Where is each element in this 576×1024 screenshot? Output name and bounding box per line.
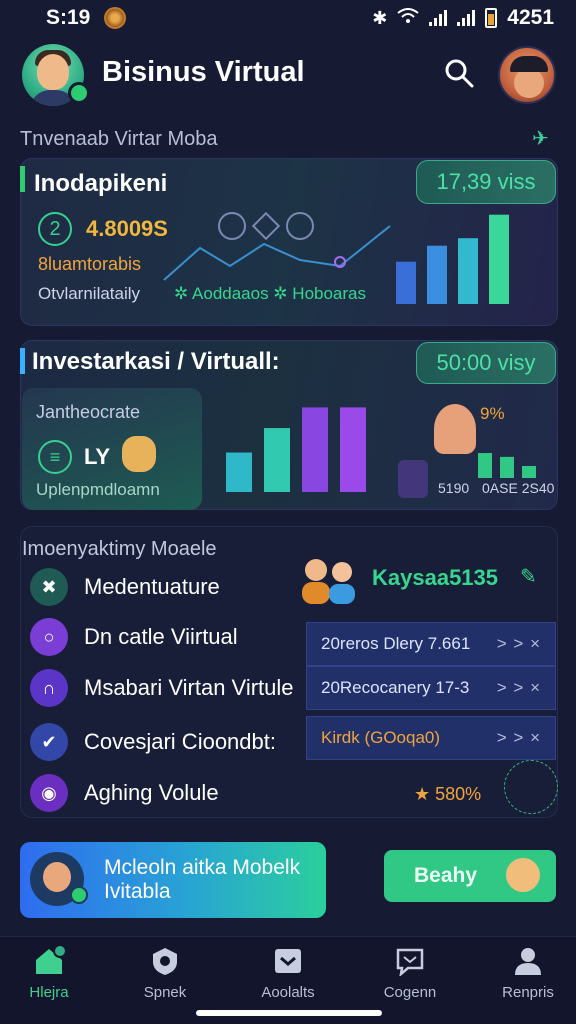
menu-item-label: Medentuature [84, 574, 220, 599]
row-text: Kirdk (GOoqa0) [321, 728, 441, 747]
card-code: LY [84, 444, 111, 469]
card2-bar-chart [226, 407, 366, 492]
app-title: Bisinus Virtual [102, 56, 305, 88]
chart-bar [264, 428, 290, 492]
hands-icon [122, 436, 156, 472]
card-accent-mark [20, 348, 25, 374]
chart-bar [458, 238, 478, 304]
people-icon [302, 559, 355, 604]
section-heading: Tnvenaab Virtar Moba [20, 128, 218, 150]
profile-avatar[interactable] [498, 46, 556, 104]
trend-line [163, 225, 391, 281]
status-icons: ✱ 4251 [372, 6, 554, 30]
chart-bar [489, 214, 509, 304]
online-badge-icon [68, 82, 90, 104]
check-icon: ≡ [38, 440, 72, 474]
person-icon [515, 948, 541, 975]
chat-icon [396, 948, 424, 976]
wifi-icon [397, 7, 419, 29]
list-row[interactable]: Kirdk (GOoqa0) > > × [306, 716, 556, 760]
chart-bar [302, 407, 328, 492]
nav-label: Cogenn [383, 984, 437, 1001]
badge-icon [70, 886, 88, 904]
nav-item-reports[interactable]: Renpris [473, 946, 576, 1001]
person-icon [398, 460, 428, 498]
pin-icon[interactable]: ✈ [532, 126, 549, 151]
card-pill[interactable]: 17,39 viss [416, 160, 556, 204]
menu-item[interactable]: ✖ Medentuature [30, 565, 300, 609]
card-subtitle: 8luamtorabis [38, 254, 142, 274]
card-percent: 9% [480, 404, 505, 423]
chevron-icon[interactable]: > > × [497, 678, 541, 698]
battery-icon [485, 8, 498, 28]
globe-icon [504, 760, 558, 814]
nav-item-chat[interactable]: Cogenn [355, 946, 465, 1001]
chart-bar [478, 453, 492, 478]
avatar-icon [506, 858, 540, 892]
chevron-icon[interactable]: > > × [497, 634, 541, 654]
search-icon[interactable] [444, 58, 474, 88]
chart-bar [340, 407, 366, 492]
card2-mini-chart [478, 453, 536, 478]
menu-item[interactable]: ✔ Covesjari Cioondbt: [30, 720, 300, 764]
inner-card-footer: Uplenpmdloamn [36, 480, 160, 499]
menu-item[interactable]: ◉ Aghing Volule [30, 771, 300, 815]
bluetooth-icon: ✱ [372, 7, 388, 28]
chevron-icon[interactable]: > > × [497, 728, 541, 748]
home-icon [36, 946, 65, 974]
tray-icon [275, 949, 301, 973]
menu-item-label: Dn catle Viirtual [84, 624, 238, 649]
section-heading: Imoenyaktimy Moaele [22, 538, 217, 560]
menu-item[interactable]: ∩ Msabari Virtan Virtule [30, 666, 300, 710]
ring-icon: ◉ [30, 774, 68, 812]
menu-item[interactable]: ○ Dn catle Viirtual [30, 615, 300, 659]
menu-item-label: Msabari Virtan Virtule [84, 675, 294, 700]
signal-icon [429, 10, 448, 26]
nav-item-accounts[interactable]: Aoolalts [233, 946, 343, 1001]
card-amount: 4.8009S [86, 216, 168, 241]
nav-item-security[interactable]: Spnek [110, 946, 220, 1001]
card-value: 5190 [438, 480, 470, 496]
edit-icon[interactable]: ✎ [520, 564, 537, 589]
row-text: 20Recocanery 17-3 [321, 678, 470, 697]
chart-bar [427, 245, 447, 304]
nav-label: Renpris [502, 984, 554, 1001]
chart-bar [500, 456, 514, 478]
kpi-value: Kaysaa5135 [372, 565, 499, 590]
list-row[interactable]: 20Recocanery 17-3 > > × [306, 666, 556, 710]
rating: ★ 580% [414, 784, 482, 804]
status-time: S:19 [46, 6, 91, 29]
shield-check-icon: ✔ [30, 723, 68, 761]
coin-icon [104, 7, 126, 29]
card-pill[interactable]: 50:00 visy [416, 342, 556, 384]
card-footer-left: Otvlarnilataily [38, 284, 141, 303]
nav-label: Hlejra [29, 984, 69, 1001]
promo-text: Mcleoln aitka Mobelk Ivitabla [104, 856, 301, 903]
nav-label: Spnek [143, 984, 187, 1001]
chart-bar [522, 466, 536, 478]
inner-card-label: Jantheocrate [36, 402, 141, 422]
menu-item-label: Aghing Volule [84, 780, 219, 805]
chart-bar [396, 261, 416, 304]
nav-label: Aoolalts [261, 984, 315, 1001]
link-icon: ✖ [30, 568, 68, 606]
arch-icon: ∩ [30, 669, 68, 707]
card-accent-mark [20, 166, 25, 192]
home-indicator[interactable] [196, 1010, 382, 1016]
nav-item-home[interactable]: Hlejra [0, 946, 104, 1001]
card1-bar-chart [396, 214, 509, 304]
shield-icon [153, 948, 177, 975]
person-icon [434, 404, 476, 454]
row-text: 20reros Dlery 7.661 [321, 634, 471, 653]
card-title: Inodapikeni [34, 170, 168, 197]
list-row[interactable]: 20reros Dlery 7.661 > > × [306, 622, 556, 666]
count-badge: 2 [38, 212, 72, 246]
card-value: 0ASE 2S40 [482, 480, 555, 496]
card-title: Investarkasi / Virtuall: [32, 348, 280, 375]
circle-icon: ○ [30, 618, 68, 656]
signal-icon-2 [457, 10, 476, 26]
menu-item-label: Covesjari Cioondbt: [84, 729, 276, 754]
chart-bar [226, 452, 252, 492]
battery-text: 4251 [507, 6, 554, 29]
